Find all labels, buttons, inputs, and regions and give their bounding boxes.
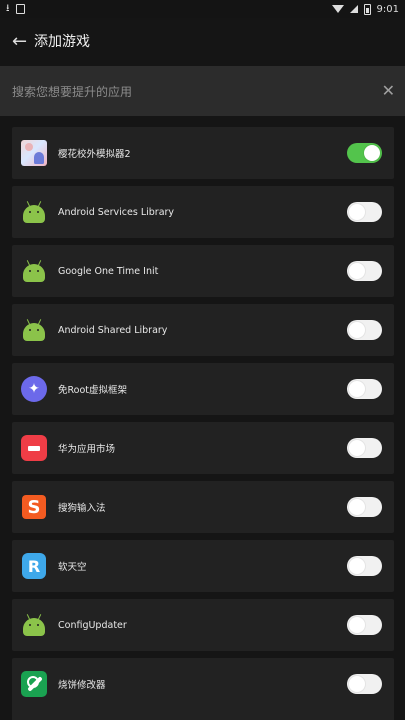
- app-toggle[interactable]: [347, 320, 382, 340]
- list-item[interactable]: R 软天空: [12, 540, 394, 592]
- toggle-knob: [349, 617, 365, 633]
- app-name: Google One Time Init: [58, 265, 159, 277]
- app-name: Android Shared Library: [58, 324, 168, 336]
- toggle-knob: [364, 145, 380, 161]
- close-icon[interactable]: ✕: [382, 83, 395, 99]
- list-item[interactable]: Google One Time Init: [12, 245, 394, 297]
- app-name: 华为应用市场: [58, 444, 116, 455]
- list-item[interactable]: Android Shared Library: [12, 304, 394, 356]
- android-eye: [29, 270, 31, 272]
- app-name: 烧饼修改器: [58, 680, 106, 691]
- toggle-knob: [349, 558, 365, 574]
- signal-icon: [349, 5, 358, 13]
- app-icon-wrapper: [20, 139, 48, 167]
- app-icon-wrapper: [20, 316, 48, 344]
- app-list: 樱花校外模拟器2 Android Services Library Google…: [0, 116, 405, 710]
- wifi-icon: [331, 5, 344, 13]
- list-item[interactable]: S 搜狗输入法: [12, 481, 394, 533]
- app-toggle[interactable]: [347, 615, 382, 635]
- app-icon-wrapper: [20, 434, 48, 462]
- toggle-knob: [349, 322, 365, 338]
- app-icon-wrapper: ✦: [20, 375, 48, 403]
- android-eye: [37, 624, 39, 626]
- status-left: ⭳: [6, 4, 25, 14]
- list-item[interactable]: 华为应用市场: [12, 422, 394, 474]
- app-name: 樱花校外模拟器2: [58, 149, 131, 160]
- app-icon-wrapper: R: [20, 552, 48, 580]
- notification-box-icon: [15, 4, 25, 14]
- app-icon-wrapper: [20, 670, 48, 698]
- status-time: 9:01: [376, 3, 399, 15]
- app-name: 搜狗输入法: [58, 503, 106, 514]
- android-eye: [29, 624, 31, 626]
- status-bar: ⭳ 9:01: [0, 0, 405, 18]
- android-eye: [37, 211, 39, 213]
- download-icon: ⭳: [6, 3, 10, 14]
- app-name: 软天空: [58, 562, 87, 573]
- partially-visible-list-item: [12, 703, 394, 720]
- list-item[interactable]: 樱花校外模拟器2: [12, 127, 394, 179]
- app-toggle[interactable]: [347, 202, 382, 222]
- app-toggle[interactable]: [347, 556, 382, 576]
- android-eye: [37, 329, 39, 331]
- android-icon: [23, 205, 45, 223]
- header: ← 添加游戏: [0, 18, 405, 64]
- android-icon: [23, 323, 45, 341]
- page-title: 添加游戏: [34, 34, 90, 50]
- appgallery-bag-icon: [28, 445, 40, 451]
- purple-sparkle-icon: ✦: [21, 376, 47, 402]
- list-item[interactable]: ConfigUpdater: [12, 599, 394, 651]
- list-item[interactable]: Android Services Library: [12, 186, 394, 238]
- app-toggle[interactable]: [347, 261, 382, 281]
- toggle-knob: [349, 204, 365, 220]
- toggle-knob: [349, 381, 365, 397]
- toggle-knob: [349, 263, 365, 279]
- wrench-icon: [21, 671, 47, 697]
- app-toggle[interactable]: [347, 438, 382, 458]
- app-icon-wrapper: [20, 198, 48, 226]
- search-bar[interactable]: 搜索您想要提升的应用 ✕: [0, 66, 405, 116]
- app-toggle[interactable]: [347, 379, 382, 399]
- sogou-input-icon: S: [22, 495, 46, 519]
- app-toggle[interactable]: [347, 143, 382, 163]
- anime-game-icon: [21, 140, 47, 166]
- toggle-knob: [349, 440, 365, 456]
- android-icon: [23, 618, 45, 636]
- app-toggle[interactable]: [347, 674, 382, 694]
- android-eye: [29, 211, 31, 213]
- toggle-knob: [349, 499, 365, 515]
- app-name: ConfigUpdater: [58, 619, 127, 631]
- app-name: 免Root虚拟框架: [58, 385, 128, 396]
- android-icon: [23, 264, 45, 282]
- status-right: 9:01: [331, 3, 399, 15]
- android-eye: [29, 329, 31, 331]
- app-icon-wrapper: [20, 257, 48, 285]
- app-icon-wrapper: [20, 611, 48, 639]
- battery-icon: [363, 3, 371, 15]
- huawei-appgallery-icon: [21, 435, 47, 461]
- app-name: Android Services Library: [58, 206, 175, 218]
- android-eye: [37, 270, 39, 272]
- ruan-tiankong-icon: R: [22, 553, 46, 579]
- toggle-knob: [349, 676, 365, 692]
- search-placeholder[interactable]: 搜索您想要提升的应用: [12, 83, 132, 100]
- arrow-left-icon[interactable]: ←: [12, 31, 30, 52]
- list-item[interactable]: ✦ 免Root虚拟框架: [12, 363, 394, 415]
- app-icon-wrapper: S: [20, 493, 48, 521]
- app-toggle[interactable]: [347, 497, 382, 517]
